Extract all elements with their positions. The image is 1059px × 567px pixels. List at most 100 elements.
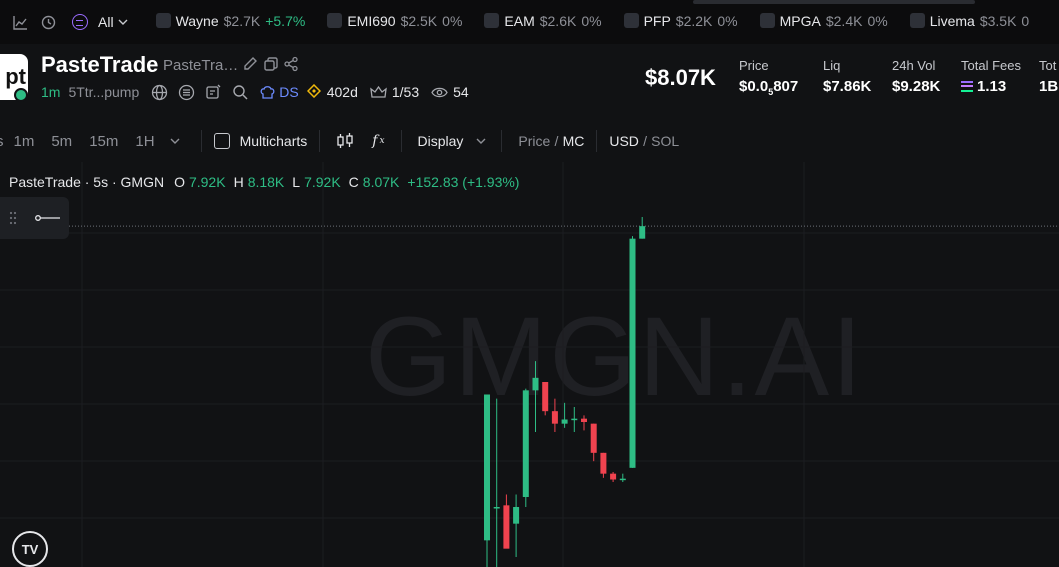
candlestick-plot[interactable] xyxy=(0,162,1059,567)
horizontal-line-tool-icon[interactable] xyxy=(35,213,61,223)
drag-handle-icon[interactable] xyxy=(9,211,17,225)
ticker-name: EAM xyxy=(504,12,535,29)
price-prefix: $0.0 xyxy=(739,78,769,95)
ticker-scrollbar[interactable] xyxy=(693,0,975,4)
chart-toolbar: s 1m5m15m1H Multicharts fx Display Price… xyxy=(0,120,1059,162)
candle-body xyxy=(532,377,539,391)
candle[interactable] xyxy=(619,473,626,482)
ticker-name: MPGA xyxy=(779,12,821,29)
legend-high-value: 8.18K xyxy=(247,174,285,190)
indicators-fx-button[interactable]: fx xyxy=(372,133,384,149)
legend-close-value: 8.07K xyxy=(362,174,400,190)
candle[interactable] xyxy=(503,494,510,549)
website-globe-icon[interactable] xyxy=(151,84,168,101)
candle-body xyxy=(503,505,510,549)
copy-icon[interactable] xyxy=(263,56,279,76)
fx-sub: x xyxy=(379,136,385,146)
candle-body xyxy=(590,423,597,453)
toolbar-divider xyxy=(596,130,598,152)
candle-body xyxy=(600,452,607,474)
price-mc-toggle[interactable]: Price / MC xyxy=(518,133,584,150)
chain-filter-dropdown[interactable]: All xyxy=(98,14,128,30)
price-value: $0.05807 xyxy=(739,78,798,97)
edit-icon[interactable] xyxy=(242,56,258,76)
candle[interactable] xyxy=(571,407,578,432)
mc-toggle-option[interactable]: MC xyxy=(563,133,585,149)
crown-icon xyxy=(370,85,387,100)
interval-chevron-down-icon[interactable] xyxy=(169,135,181,147)
usd-toggle-option[interactable]: USD xyxy=(609,133,639,149)
candle[interactable] xyxy=(581,415,587,431)
interval-1h-button[interactable]: 1H xyxy=(135,133,154,150)
ticker-mc: $2.5K xyxy=(400,12,438,29)
multicharts-checkbox[interactable] xyxy=(213,133,230,149)
ticker-item[interactable]: EAM $2.6K 0% xyxy=(484,12,602,29)
interval-5m-button[interactable]: 5m xyxy=(51,133,72,150)
candle[interactable] xyxy=(600,452,607,478)
tradingview-logo[interactable]: TV xyxy=(12,531,48,567)
candle[interactable] xyxy=(493,398,500,567)
ticker-item[interactable]: MPGA $2.4K 0% xyxy=(759,12,888,29)
interval-15m-button[interactable]: 15m xyxy=(89,133,118,150)
liquidity-stat: Liq $7.86K xyxy=(823,58,871,95)
ticker-change: 0% xyxy=(867,12,888,29)
candle[interactable] xyxy=(542,382,549,416)
vol-value: $9.28K xyxy=(892,78,941,95)
verified-badge-icon xyxy=(14,88,28,102)
candle[interactable] xyxy=(590,423,597,462)
price-label: Price xyxy=(739,58,769,73)
volume-stat: 24h Vol $9.28K xyxy=(892,58,940,95)
chef-hat-icon[interactable] xyxy=(259,84,276,101)
price-chart[interactable]: GMGN.AI PasteTrade · 5s · GMGN O 7.92K H8… xyxy=(0,162,1059,567)
currency-toggle[interactable]: USD / SOL xyxy=(609,133,679,150)
ticker-item[interactable]: EMI690 $2.5K 0% xyxy=(327,13,462,29)
token-thumbnail xyxy=(759,13,775,29)
menu-circle-icon[interactable] xyxy=(178,84,195,101)
ticker-item[interactable]: Livema $3.5K 0 xyxy=(909,12,1030,29)
candle[interactable] xyxy=(639,217,646,239)
supply-stat: Tot 1B xyxy=(1039,58,1058,95)
ticker-mc: $2.7K xyxy=(223,12,261,29)
legend-close-label: C xyxy=(348,174,359,190)
candle[interactable] xyxy=(629,236,636,468)
toggle-slash: / xyxy=(643,132,647,149)
ticker-item[interactable]: PFP $2.2K 0% xyxy=(623,12,738,29)
candle[interactable] xyxy=(610,472,617,482)
ticker-name: PFP xyxy=(643,12,671,29)
ticker-mc: $2.6K xyxy=(539,12,577,29)
candle[interactable] xyxy=(522,388,529,507)
interval-1m-button[interactable]: 1m xyxy=(14,133,35,150)
token-symbol: PasteTra… xyxy=(163,57,239,74)
token-days: 402d xyxy=(326,84,358,100)
price-suffix: 807 xyxy=(773,78,799,95)
share-icon[interactable] xyxy=(283,56,299,76)
display-dropdown[interactable]: Display xyxy=(418,133,488,149)
price-toggle-option[interactable]: Price xyxy=(518,133,550,149)
history-icon[interactable] xyxy=(40,14,56,30)
candle-body xyxy=(551,411,558,424)
price-stat: Price $0.05807 xyxy=(739,58,798,97)
candlestick-type-icon[interactable] xyxy=(336,132,354,150)
fees-label: Total Fees xyxy=(961,58,1021,73)
candle-body xyxy=(513,507,520,524)
multicharts-toggle[interactable]: Multicharts xyxy=(213,133,307,149)
toolbar-divider xyxy=(400,130,402,152)
candle[interactable] xyxy=(484,394,490,567)
search-icon[interactable] xyxy=(232,84,249,101)
candle[interactable] xyxy=(532,361,539,432)
contract-address[interactable]: 5Ttr...pump xyxy=(68,84,139,100)
candle[interactable] xyxy=(513,494,520,558)
toggle-slash: / xyxy=(554,132,559,149)
ticker-change: 0% xyxy=(717,12,738,29)
ticker-change: 0% xyxy=(442,12,463,29)
ticker-change: 0 xyxy=(1021,12,1030,29)
edit-note-icon[interactable] xyxy=(205,84,222,101)
candle-body xyxy=(639,226,646,239)
chart-line-icon[interactable] xyxy=(12,14,28,30)
sol-toggle-option[interactable]: SOL xyxy=(651,133,679,149)
token-logo-text: pt xyxy=(5,64,26,89)
drawing-tool-panel[interactable] xyxy=(0,197,69,239)
ticker-item[interactable]: Wayne $2.7K +5.7% xyxy=(155,12,305,29)
solana-chain-icon[interactable] xyxy=(72,14,88,30)
candle-body xyxy=(619,478,626,481)
